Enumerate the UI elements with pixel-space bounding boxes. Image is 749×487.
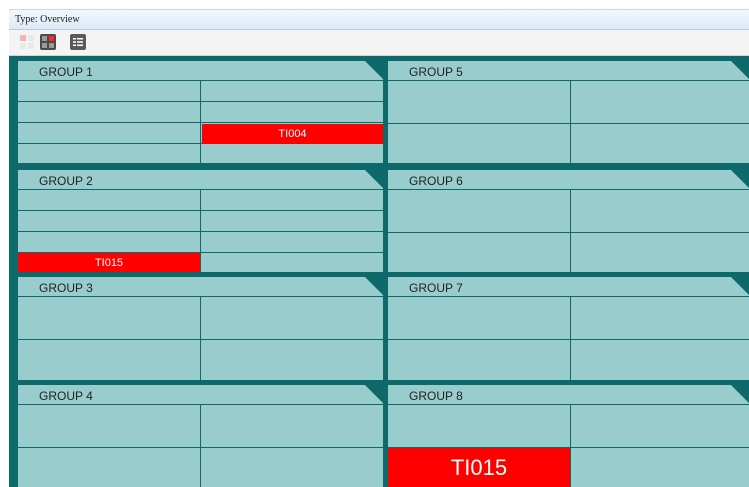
slot-cell[interactable] [571,81,749,124]
header-corner-marker [365,61,383,79]
window-title-bar: Type: Overview [9,9,749,30]
slot-cell[interactable] [18,81,201,102]
slot-cell[interactable] [201,232,383,253]
group-header: GROUP 6 [388,170,749,190]
slot-cell[interactable] [388,297,571,340]
group-panel: GROUP 1 TI004 [18,61,383,163]
slot-cell[interactable] [388,124,571,163]
list-view-icon[interactable] [70,34,86,50]
group-header: GROUP 2 [18,170,383,190]
slot-cell[interactable] [201,190,383,211]
slot-cell[interactable] [571,448,749,487]
group-panel: GROUP 3 [18,277,383,380]
slot-cell[interactable] [201,448,383,487]
group-title: GROUP 1 [39,65,93,79]
group-panel: GROUP 8 TI015 [388,385,749,487]
group-title: GROUP 7 [409,281,463,295]
group-panel: GROUP 7 [388,277,749,380]
header-corner-marker [731,61,749,79]
grid-red-active-icon[interactable] [40,34,56,50]
header-corner-marker [731,277,749,295]
group-panel: GROUP 6 [388,170,749,272]
header-corner-marker [365,385,383,403]
header-corner-marker [731,170,749,188]
group-header: GROUP 4 [18,385,383,405]
group-title: GROUP 8 [409,389,463,403]
slot-cell[interactable] [388,405,571,448]
slot-cell[interactable] [18,102,201,123]
group-panel: GROUP 4 [18,385,383,487]
slot-cell[interactable] [201,211,383,232]
header-corner-marker [731,385,749,403]
slot-cell[interactable] [388,190,571,233]
slot-cell[interactable] [201,253,383,272]
slot-cell[interactable] [18,405,201,448]
group-header: GROUP 7 [388,277,749,297]
slot-cell[interactable] [18,190,201,211]
slot-cell[interactable] [571,124,749,163]
slot-cell[interactable] [18,232,201,253]
alarm-tag-ti004[interactable]: TI004 [202,124,383,144]
grid-red-disabled-icon[interactable] [19,34,35,50]
group-header: GROUP 3 [18,277,383,297]
slot-cell[interactable] [571,190,749,233]
group-title: GROUP 5 [409,65,463,79]
window-title: Type: Overview [15,14,80,25]
toolbar [9,30,749,56]
slot-cell[interactable] [571,297,749,340]
group-title: GROUP 2 [39,174,93,188]
group-title: GROUP 6 [409,174,463,188]
header-corner-marker [365,170,383,188]
slot-cell[interactable] [201,81,383,102]
group-panel: GROUP 2 TI015 [18,170,383,272]
slot-cell[interactable] [18,448,201,487]
slot-cell[interactable] [18,211,201,232]
slot-cell[interactable] [388,233,571,272]
group-header: GROUP 8 [388,385,749,405]
slot-cell[interactable] [18,123,201,144]
slot-cell[interactable] [571,405,749,448]
slot-cell[interactable] [18,340,201,380]
slot-cell[interactable] [201,102,383,123]
slot-cell[interactable] [571,233,749,272]
group-title: GROUP 3 [39,281,93,295]
slot-cell[interactable] [18,144,201,163]
slot-cell[interactable] [18,297,201,340]
slot-cell[interactable] [571,340,749,380]
group-panel: GROUP 5 [388,61,749,163]
alarm-tag-ti015-large[interactable]: TI015 [388,448,570,487]
slot-cell[interactable] [201,144,383,163]
group-header: GROUP 1 [18,61,383,81]
slot-cell[interactable] [388,340,571,380]
alarm-tag-ti015[interactable]: TI015 [18,253,200,272]
slot-cell[interactable] [388,81,571,124]
slot-cell[interactable] [201,340,383,380]
overview-grid: GROUP 1 TI004 GROUP 2 TI015 GROUP 3 GROU… [9,56,749,487]
group-header: GROUP 5 [388,61,749,81]
slot-cell[interactable] [201,405,383,448]
slot-cell[interactable] [201,297,383,340]
group-title: GROUP 4 [39,389,93,403]
header-corner-marker [365,277,383,295]
